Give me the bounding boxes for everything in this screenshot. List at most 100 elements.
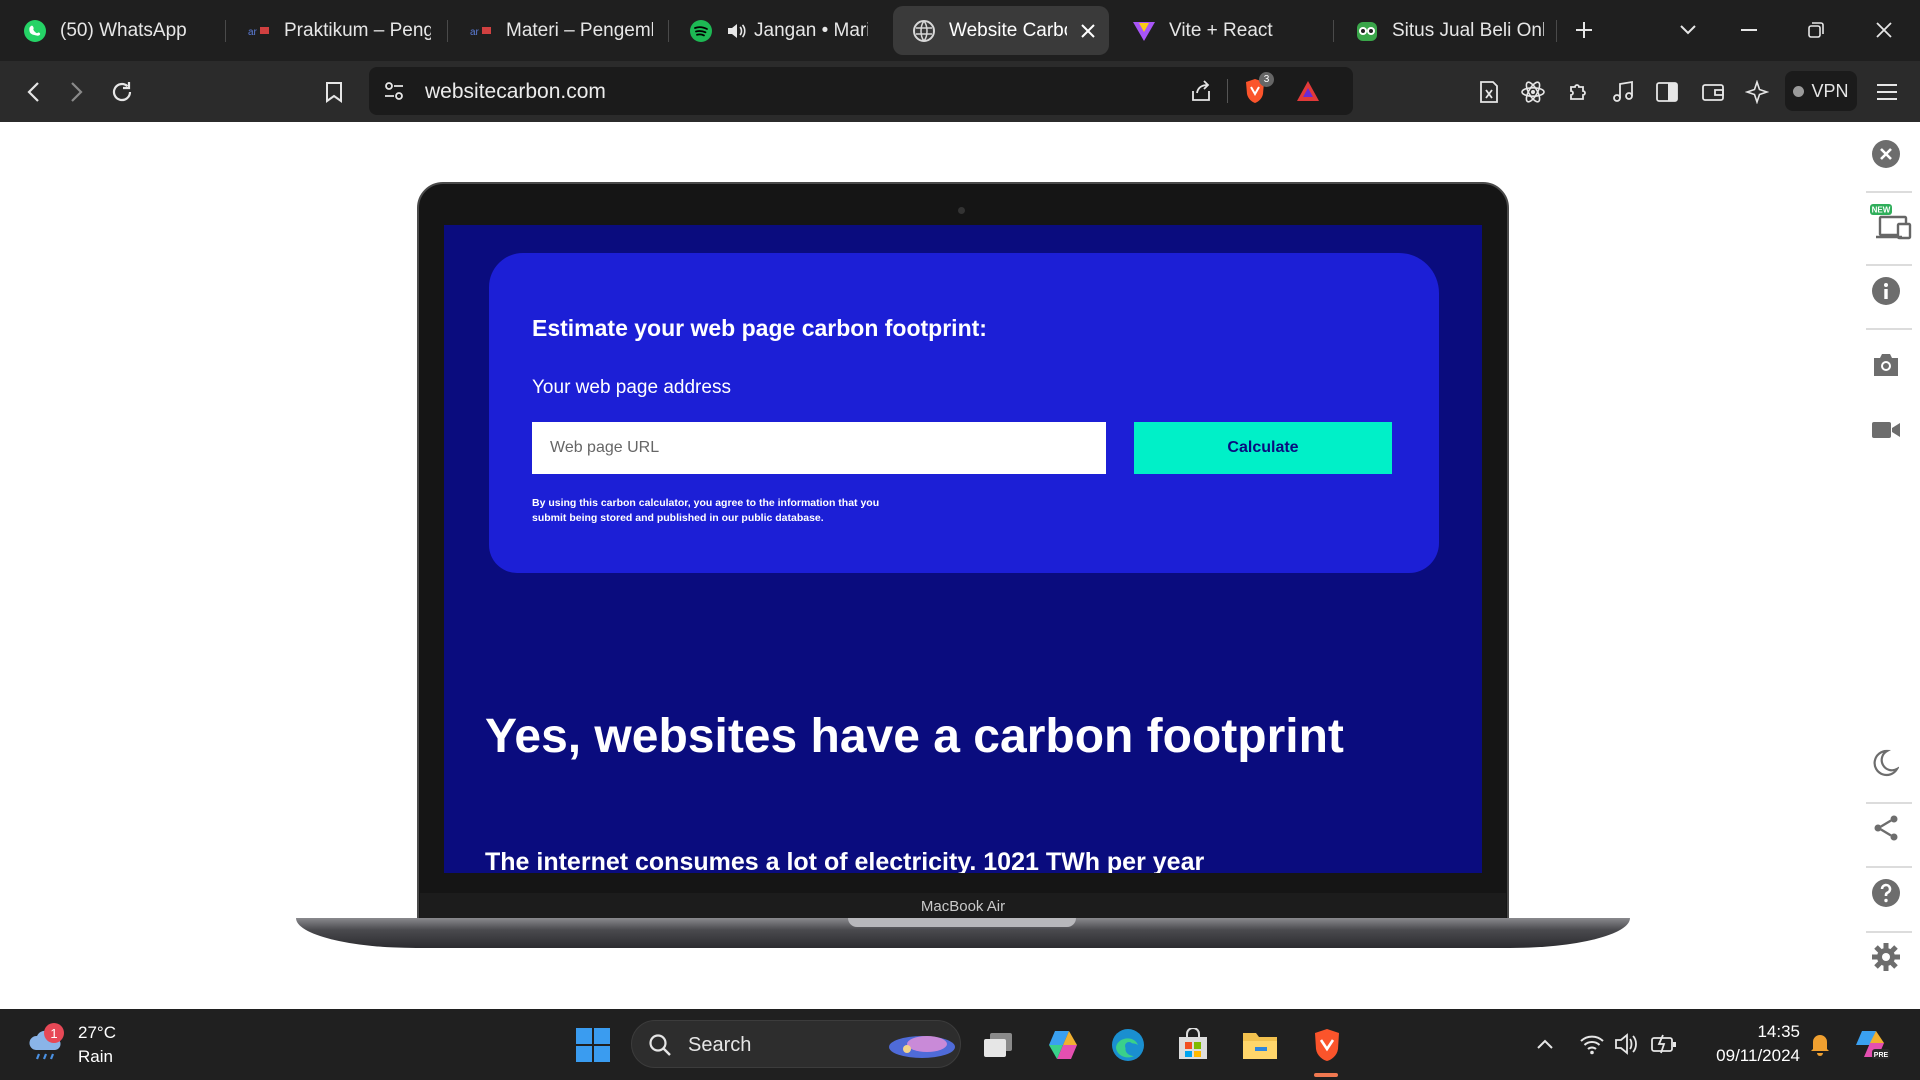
clock-time: 14:35: [1757, 1022, 1800, 1041]
wallet-icon[interactable]: [1694, 73, 1732, 111]
system-clock[interactable]: 14:35 09/11/2024: [1690, 1020, 1800, 1068]
file-explorer-icon[interactable]: [1238, 1023, 1282, 1067]
dark-mode-moon-icon[interactable]: [1866, 743, 1906, 783]
tab-divider: [447, 20, 448, 42]
svg-text:PRE: PRE: [1874, 1052, 1889, 1059]
forward-icon[interactable]: [58, 73, 96, 111]
reload-icon[interactable]: [103, 73, 141, 111]
wifi-icon[interactable]: [1577, 1029, 1607, 1059]
camera-icon[interactable]: [1866, 345, 1906, 385]
notification-bell-icon[interactable]: [1805, 1029, 1835, 1059]
task-view-icon[interactable]: [976, 1023, 1020, 1067]
tab-whatsapp[interactable]: (50) WhatsApp: [22, 6, 212, 55]
disclaimer-text: By using this carbon calculator, you agr…: [532, 497, 880, 524]
vpn-status-icon: [1793, 85, 1805, 97]
minimize-button[interactable]: [1727, 10, 1771, 50]
globe-icon: [911, 18, 937, 44]
video-camera-icon[interactable]: [1866, 410, 1906, 450]
info-icon[interactable]: [1866, 271, 1906, 311]
volume-icon[interactable]: [1611, 1029, 1641, 1059]
tab-title: Praktikum – Penge: [284, 19, 431, 41]
edge-browser-icon[interactable]: [1106, 1023, 1150, 1067]
vpn-button[interactable]: VPN: [1785, 71, 1857, 111]
site-logo-icon: ar: [246, 18, 272, 44]
close-window-button[interactable]: [1862, 10, 1906, 50]
tab-divider: [668, 20, 669, 42]
weather-temperature: 27°C: [78, 1023, 116, 1042]
shield-count-badge: 3: [1259, 72, 1274, 87]
owl-icon: [1354, 18, 1380, 44]
microsoft-store-icon[interactable]: [1171, 1023, 1215, 1067]
sidebar-divider: [1866, 931, 1912, 933]
weather-widget[interactable]: 1 27°C Rain: [26, 1021, 116, 1069]
sub-heading: The internet consumes a lot of electrici…: [485, 848, 1205, 873]
share-icon[interactable]: [1189, 79, 1213, 108]
tab-vite-react[interactable]: Vite + React: [1131, 6, 1291, 55]
share-nodes-icon[interactable]: [1866, 808, 1906, 848]
tab-praktikum[interactable]: ar Praktikum – Penge: [246, 6, 431, 55]
restore-button[interactable]: [1794, 10, 1838, 50]
music-note-icon[interactable]: [1604, 73, 1642, 111]
active-app-indicator: [1314, 1073, 1338, 1077]
vite-icon: [1131, 18, 1157, 44]
react-devtools-icon[interactable]: [1514, 73, 1552, 111]
battery-charging-icon[interactable]: [1649, 1029, 1679, 1059]
tab-title: Jangan • Mario: [754, 19, 868, 41]
tab-title: Vite + React: [1169, 19, 1273, 41]
sidebar-divider: [1866, 866, 1912, 868]
tab-spotify[interactable]: Jangan • Mario: [688, 6, 868, 55]
tab-title: Materi – Pengemb: [506, 19, 653, 41]
brave-browser-taskbar-icon[interactable]: [1305, 1023, 1349, 1067]
settings-gear-icon[interactable]: [1866, 937, 1906, 977]
new-tab-button[interactable]: [1562, 10, 1606, 50]
back-icon[interactable]: [14, 73, 52, 111]
translate-icon[interactable]: [1470, 73, 1508, 111]
search-highlight-icon: [887, 1029, 957, 1066]
leo-ai-icon[interactable]: [1738, 73, 1776, 111]
sidebar-divider: [1866, 802, 1912, 804]
calculator-title: Estimate your web page carbon footprint:: [532, 315, 987, 341]
copilot-icon[interactable]: [1041, 1023, 1085, 1067]
address-divider: [1227, 79, 1228, 103]
url-text[interactable]: websitecarbon.com: [425, 80, 606, 104]
menu-hamburger-icon[interactable]: [1868, 73, 1906, 111]
weather-alert-badge: 1: [44, 1023, 64, 1043]
laptop-chin: MacBook Air: [420, 893, 1506, 919]
speaker-icon[interactable]: [726, 18, 746, 44]
tab-title: Website Carbo: [949, 19, 1067, 41]
tab-website-carbon[interactable]: Website Carbo: [893, 6, 1109, 55]
site-settings-icon[interactable]: [383, 80, 405, 107]
laptop-screen: Estimate your web page carbon footprint:…: [444, 225, 1482, 873]
sidebar-toggle-icon[interactable]: [1648, 73, 1686, 111]
close-tab-icon[interactable]: [1077, 18, 1099, 44]
search-label: Search: [688, 1034, 752, 1056]
device-preview-icon[interactable]: NEW: [1866, 202, 1916, 242]
sidebar-divider: [1866, 191, 1912, 193]
tab-divider: [1556, 20, 1557, 42]
taskbar-search[interactable]: Search: [631, 1020, 961, 1068]
tab-title: (50) WhatsApp: [60, 19, 187, 41]
search-icon: [648, 1033, 672, 1062]
bookmark-icon[interactable]: [315, 73, 353, 111]
laptop-camera: [958, 207, 965, 214]
laptop-model-label: MacBook Air: [920, 897, 1006, 915]
sidebar-divider: [1866, 328, 1912, 330]
spotify-icon: [688, 18, 714, 44]
help-icon[interactable]: [1866, 873, 1906, 913]
address-bar[interactable]: websitecarbon.com 3: [369, 67, 1353, 115]
tab-list-chevron-icon[interactable]: [1666, 10, 1710, 50]
url-field-label: Your web page address: [532, 377, 731, 398]
tab-situs-jual-beli[interactable]: Situs Jual Beli Onli: [1354, 6, 1544, 55]
tray-overflow-chevron-icon[interactable]: [1530, 1029, 1560, 1059]
url-input[interactable]: [532, 422, 1106, 474]
brave-rewards-icon[interactable]: [1295, 79, 1321, 108]
copilot-pre-icon[interactable]: PRE: [1850, 1023, 1894, 1067]
windows-start-icon[interactable]: [571, 1023, 615, 1067]
extensions-icon[interactable]: [1559, 73, 1597, 111]
tab-materi[interactable]: ar Materi – Pengemb: [468, 6, 653, 55]
vpn-label: VPN: [1811, 80, 1849, 101]
site-logo-icon: ar: [468, 18, 494, 44]
whatsapp-icon: [22, 18, 48, 44]
close-circle-icon[interactable]: [1866, 134, 1906, 174]
calculate-button[interactable]: Calculate: [1134, 422, 1392, 474]
